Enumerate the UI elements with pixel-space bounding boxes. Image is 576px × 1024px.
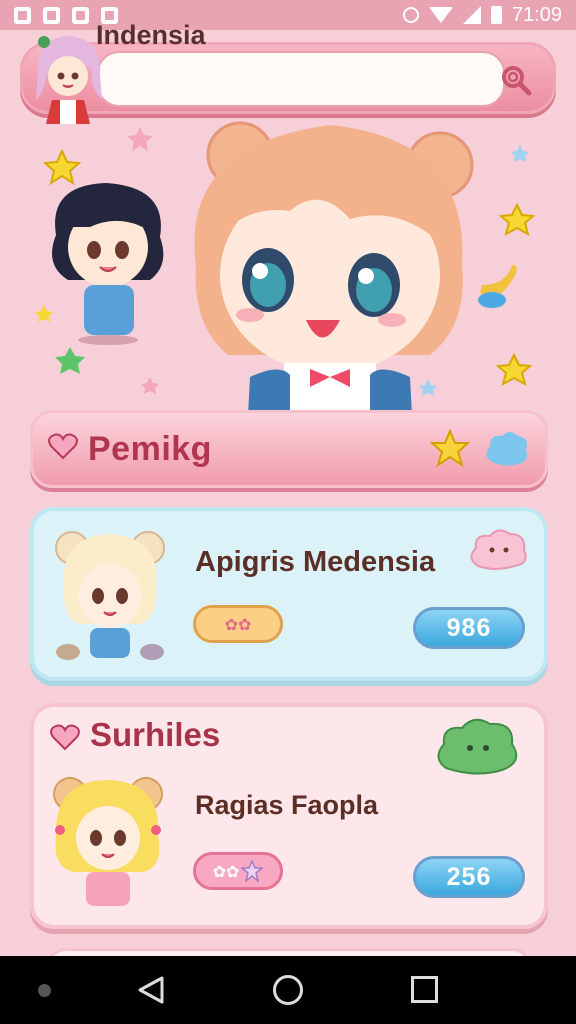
home-icon[interactable]: [273, 975, 303, 1005]
status-time: 71:09: [511, 3, 562, 26]
cloud-icon: [486, 432, 527, 466]
heart-icon: [48, 433, 78, 460]
user-avatar[interactable]: [30, 30, 106, 126]
character-name: Ragias Faopla: [195, 790, 379, 820]
notification-icon: [14, 6, 31, 24]
star-icon: [241, 860, 264, 882]
notification-icon: [43, 6, 60, 24]
score-pill[interactable]: 256: [413, 856, 525, 898]
search-button[interactable]: [489, 53, 543, 107]
wifi-icon: [428, 7, 453, 23]
nav-dot-icon: [38, 984, 51, 997]
notification-icon: [72, 6, 89, 24]
cloud-icon: [437, 718, 518, 775]
character-avatar: [53, 777, 163, 906]
character-name: Apigris Medensia: [195, 546, 436, 578]
recent-apps-icon[interactable]: [411, 976, 438, 1003]
android-nav-bar: [0, 956, 576, 1024]
section-title: Surhiles: [90, 716, 221, 753]
status-bar: 71:09: [0, 0, 576, 30]
battery-icon: [490, 6, 502, 24]
search-input-value: Indensia: [96, 20, 206, 50]
score-pill[interactable]: 986: [413, 607, 525, 649]
signal-icon: [462, 6, 481, 24]
main-character: [194, 121, 474, 415]
character-avatar: [55, 531, 165, 660]
search-icon: [502, 66, 532, 96]
badge-pill: ✿✿: [193, 605, 283, 643]
back-icon[interactable]: [137, 975, 165, 1005]
hero-illustration: [35, 121, 536, 415]
badge-pill: ✿✿: [193, 852, 283, 890]
cloud-icon: [470, 529, 527, 570]
banner-title: Pemikg: [88, 430, 212, 468]
alarm-icon: [402, 7, 419, 23]
heart-icon: [50, 724, 80, 751]
flower-badge: ✿✿: [224, 614, 252, 634]
flower-badge: ✿✿: [212, 861, 240, 881]
small-character: [52, 183, 164, 345]
star-icon: [430, 428, 470, 468]
search-input[interactable]: [97, 51, 505, 107]
